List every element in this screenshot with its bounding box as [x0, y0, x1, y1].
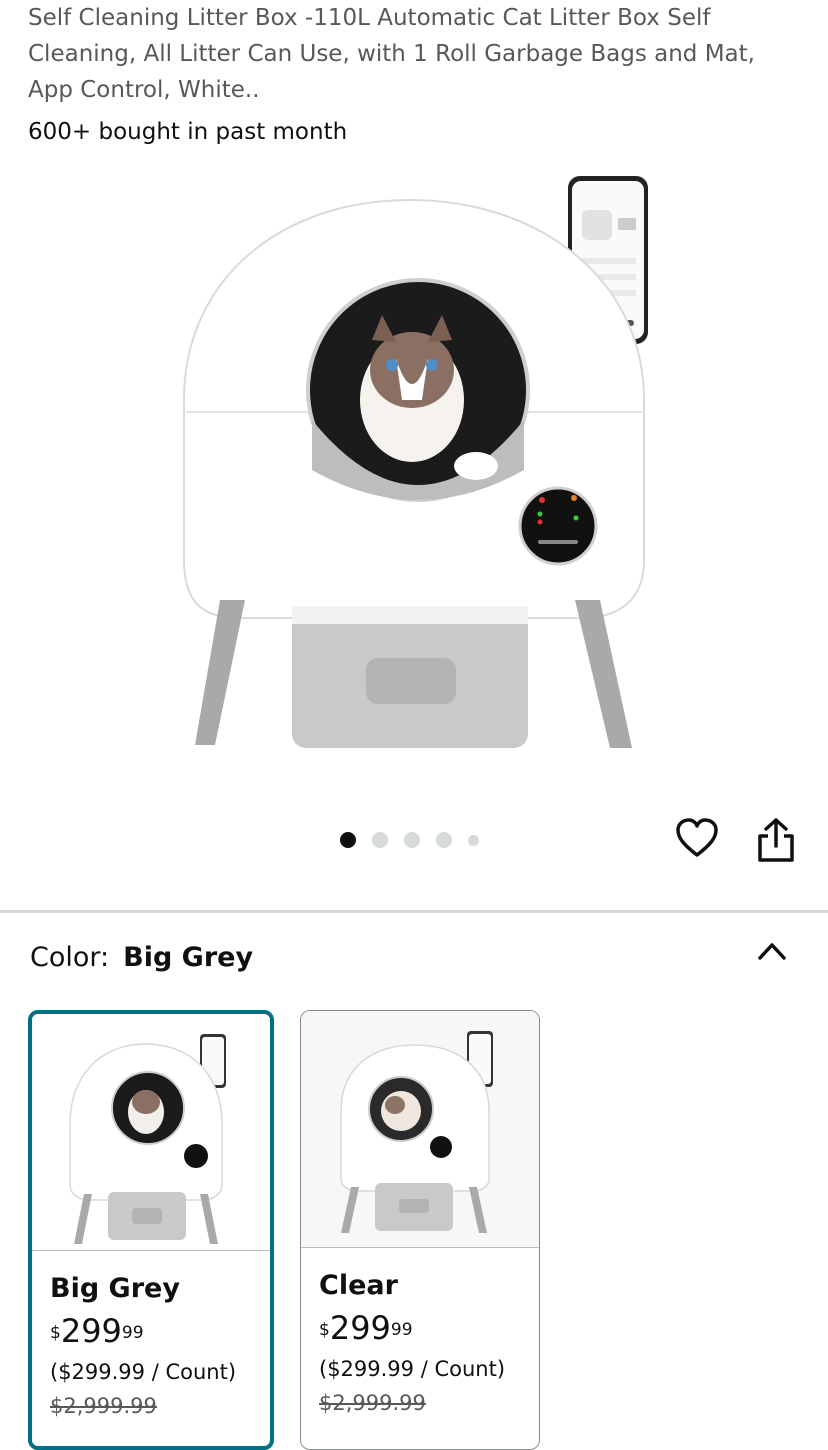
heart-icon: [676, 818, 718, 857]
image-carousel-indicators: [340, 832, 479, 848]
product-main-image[interactable]: [160, 170, 660, 770]
share-button[interactable]: [754, 816, 798, 864]
list-price: $2,999.99: [319, 1391, 426, 1415]
color-option-price: $29999: [50, 1313, 252, 1349]
color-option-clear[interactable]: Clear $29999 ($299.99 / Count) $2,999.99: [300, 1010, 540, 1450]
color-selector-header: Color: Big Grey: [30, 938, 253, 978]
cat-portal: [306, 278, 530, 502]
carousel-dot[interactable]: [404, 832, 420, 848]
price-fraction: 99: [121, 1323, 144, 1343]
product-title: Self Cleaning Litter Box -110L Automatic…: [28, 5, 755, 103]
add-to-wishlist-button[interactable]: [674, 816, 720, 862]
product-thumbnail: [69, 1034, 226, 1244]
carousel-dot[interactable]: [372, 832, 388, 848]
color-option-name: Clear: [319, 1270, 398, 1301]
section-divider: [0, 910, 828, 913]
unit-price: ($299.99 / Count): [319, 1357, 506, 1381]
carousel-dot[interactable]: [468, 834, 479, 846]
color-option-name: Big Grey: [50, 1273, 180, 1304]
carousel-dot[interactable]: [436, 832, 452, 848]
list-price: $2,999.99: [50, 1394, 157, 1418]
swatch-image: [301, 1011, 539, 1248]
carousel-dot[interactable]: [340, 832, 356, 848]
color-label: Color:: [30, 942, 110, 973]
unit-price: ($299.99 / Count): [50, 1360, 237, 1384]
product-thumbnail: [340, 1031, 493, 1233]
chevron-up-icon: [758, 943, 786, 960]
price-currency: $: [50, 1323, 61, 1343]
bought-in-past-month: 600+ bought in past month: [28, 119, 348, 145]
control-panel: [518, 486, 598, 566]
price-whole: 299: [329, 1309, 391, 1347]
share-icon: [758, 818, 794, 862]
color-option-big-grey[interactable]: Big Grey $29999 ($299.99 / Count) $2,999…: [28, 1010, 274, 1450]
selected-color-value: Big Grey: [123, 942, 254, 973]
color-option-price: $29999: [319, 1310, 521, 1346]
price-fraction: 99: [390, 1320, 413, 1340]
swatch-image: [32, 1014, 270, 1251]
collapse-color-selector-button[interactable]: [752, 932, 792, 968]
price-whole: 299: [60, 1312, 122, 1350]
price-currency: $: [319, 1320, 330, 1340]
